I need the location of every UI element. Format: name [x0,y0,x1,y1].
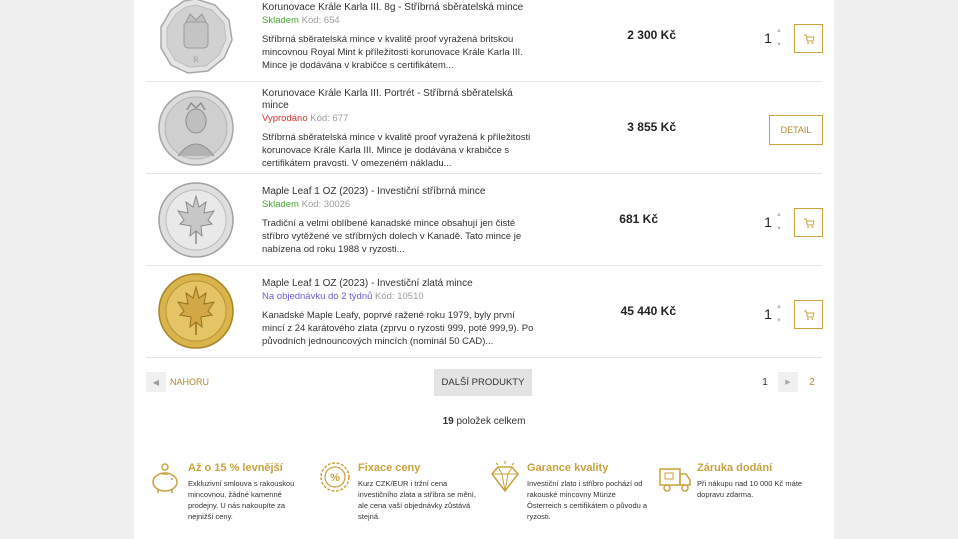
detail-button[interactable]: DETAIL [769,115,823,145]
product-code: Kód: 654 [301,15,340,26]
diamond-icon [487,460,523,496]
product-price: 3 855 Kč [627,120,676,134]
product-price: 45 440 Kč [620,304,676,318]
total-count-label: položek celkem [453,416,526,427]
quantity-stepper[interactable]: 1 ▲ ▼ [763,208,787,238]
stock-status: Na objednávku do 2 týdnů [262,291,373,302]
product-image-coronation-portrait[interactable] [156,88,236,168]
product-description: Stříbrná sběratelská mince v kvalitě pro… [262,132,531,169]
add-to-cart-button[interactable] [794,24,823,53]
svg-text:R: R [193,55,199,64]
quantity-value[interactable]: 1 [763,214,773,230]
benefit-text: Exkluzivní smlouva s rakouskou mincovnou… [188,479,295,521]
quantity-stepper[interactable]: 1 ▲ ▼ [763,300,787,330]
quantity-arrows-icon[interactable]: ▲ ▼ [776,300,782,328]
product-name[interactable]: Korunovace Krále Karla III. 8g - Stříbrn… [262,2,537,14]
list-navigation: ◀ NAHORU DALŠÍ PRODUKTY 1 ▶ 2 [146,369,822,396]
pagination-page-next[interactable]: 2 [802,372,822,392]
stock-status: Vyprodáno [262,113,308,124]
product-row: Maple Leaf 1 OZ (2023) - Investiční stří… [146,174,823,266]
product-row: Maple Leaf 1 OZ (2023) - Investiční zlat… [146,266,823,358]
pagination-page-current[interactable]: 1 [755,372,775,392]
benefits-strip: Až o 15 % levnější Exkluzivní smlouva s … [134,452,834,539]
cart-icon [803,218,815,228]
product-row: Korunovace Krále Karla III. Portrét - St… [146,82,823,174]
product-list-page: R Korunovace Krále Karla III. 8g - Stříb… [134,0,834,539]
quantity-value[interactable]: 1 [763,30,773,46]
add-to-cart-button[interactable] [794,300,823,329]
benefit-text: Kurz CZK/EUR i tržní cena investičního z… [358,479,476,521]
product-price: 681 Kč [619,212,658,226]
benefit-title: Záruka dodání [697,462,773,474]
total-count-number: 19 [442,416,454,427]
product-image-maple-leaf-gold[interactable] [156,271,236,351]
benefit-text: Při nákupu nad 10 000 Kč máte dopravu zd… [697,479,803,499]
pagination-arrow-icon[interactable]: ▶ [778,372,798,392]
load-more-button[interactable]: DALŠÍ PRODUKTY [434,369,532,396]
quantity-arrows-icon[interactable]: ▲ ▼ [776,24,782,52]
quantity-value[interactable]: 1 [763,306,773,322]
product-description: Stříbrná sběratelská mince v kvalitě pro… [262,34,523,71]
benefit-text: Investiční zlato i stříbro pochází od ra… [527,479,648,521]
cart-icon [803,310,815,320]
quantity-stepper[interactable]: 1 ▲ ▼ [763,24,787,54]
percent-badge-icon: % [318,460,354,496]
product-image-coronation-8g[interactable]: R [156,0,236,76]
add-to-cart-button[interactable] [794,208,823,237]
scroll-top-arrow-icon[interactable]: ◀ [146,372,166,392]
benefit-title: Fixace ceny [358,462,421,474]
delivery-truck-icon [657,460,693,496]
product-name[interactable]: Maple Leaf 1 OZ (2023) - Investiční zlat… [262,278,537,290]
product-name[interactable]: Korunovace Krále Karla III. Portrét - St… [262,88,537,112]
cart-icon [803,34,815,44]
product-description: Kanadské Maple Leafy, poprvé ražené roku… [262,310,534,347]
product-image-maple-leaf-silver[interactable] [156,180,236,260]
product-name[interactable]: Maple Leaf 1 OZ (2023) - Investiční stří… [262,186,537,198]
benefit-title: Garance kvality [527,462,609,474]
stock-status: Skladem [262,15,299,26]
total-count: 19 položek celkem [134,416,834,427]
product-code: Kód: 30026 [301,199,351,210]
product-row: R Korunovace Krále Karla III. 8g - Stříb… [146,0,823,82]
product-code: Kód: 677 [310,113,349,124]
svg-text:%: % [330,472,340,484]
scroll-top-link[interactable]: NAHORU [170,377,209,387]
stock-status: Skladem [262,199,299,210]
piggy-bank-icon [148,460,184,496]
product-price: 2 300 Kč [627,28,676,42]
product-code: Kód: 10510 [375,291,424,302]
benefit-title: Až o 15 % levnější [188,462,283,474]
quantity-arrows-icon[interactable]: ▲ ▼ [776,208,782,236]
product-description: Tradiční a velmi oblíbené kanadské mince… [262,218,522,255]
